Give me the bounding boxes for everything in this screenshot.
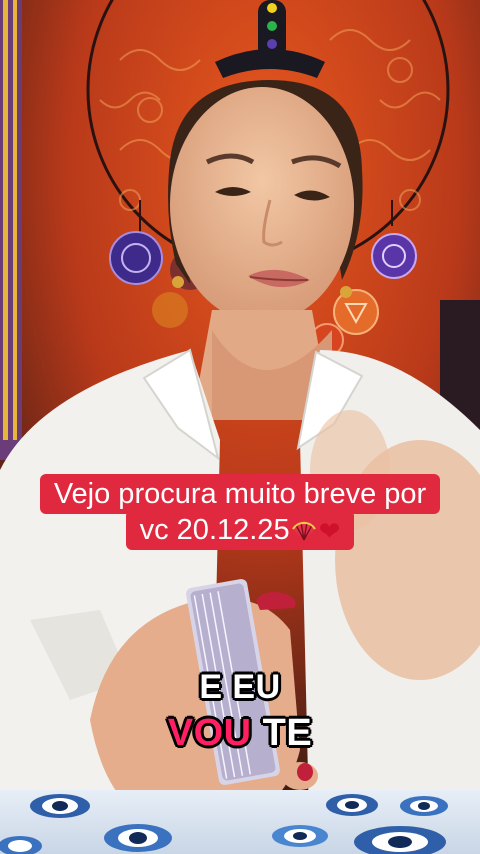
fan-icon <box>291 521 316 541</box>
caption-line-2: vc 20.12.25 <box>139 514 290 546</box>
heart-icon: ❤ <box>318 516 341 546</box>
video-caption-overlay: Vejo procura muito breve por vc 20.12.25 ❤ <box>24 474 456 550</box>
subtitle-rest: TE <box>262 712 313 754</box>
video-frame: Vejo procura muito breve por vc 20.12.25 ❤… <box>0 0 480 854</box>
caption-box: Vejo procura muito breve por vc 20.12.25 ❤ <box>39 474 441 550</box>
subtitle-highlight-word: VOU <box>167 712 252 754</box>
caption-line-1: Vejo procura muito breve por <box>53 478 427 510</box>
subtitle-line-1: E EU <box>199 668 281 706</box>
subtitle-line-2: VOU TE <box>0 712 480 755</box>
